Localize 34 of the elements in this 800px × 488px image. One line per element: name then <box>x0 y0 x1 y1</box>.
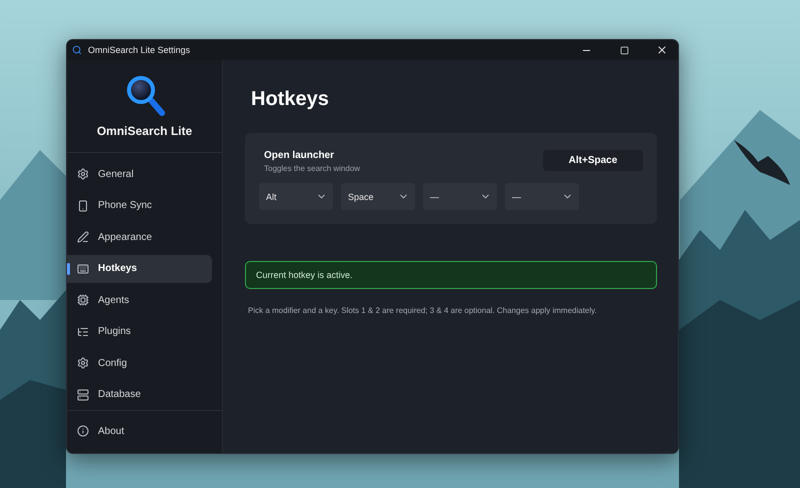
info-icon <box>77 425 89 437</box>
hint-text: Pick a modifier and a key. Slots 1 & 2 are required; 3 & 4 are optional. Changes apply immediately. <box>248 306 598 315</box>
sidebar-item[interactable]: Database <box>67 380 212 408</box>
phone-icon <box>77 200 89 212</box>
gear-icon <box>77 357 89 369</box>
hotkey-name: Open launcher <box>264 150 336 161</box>
search-icon <box>72 45 82 55</box>
window-title: OmniSearch Lite Settings <box>88 45 192 55</box>
key-dropdown[interactable]: Space <box>341 183 415 210</box>
chip-icon <box>77 294 89 306</box>
list-icon <box>77 326 89 338</box>
server-icon <box>77 388 89 400</box>
sidebar-item[interactable]: General <box>67 160 212 188</box>
key-dropdown[interactable]: — <box>505 183 579 210</box>
maximize-icon <box>620 46 628 54</box>
pen-icon <box>77 231 89 243</box>
status-message: Current hotkey is active. <box>245 261 657 289</box>
key-dropdown[interactable]: Alt <box>259 183 333 210</box>
sidebar-item[interactable]: About <box>67 417 212 445</box>
current-hotkey-badge: Alt+Space <box>543 150 643 171</box>
sidebar-item[interactable]: Plugins <box>67 318 212 346</box>
hotkey-description: Toggles the search window <box>264 164 360 173</box>
sidebar-item[interactable]: Phone Sync <box>67 192 212 220</box>
app-name: OmniSearch Lite <box>96 124 192 138</box>
magnifier-logo-icon <box>124 74 164 116</box>
sidebar-item[interactable]: Appearance <box>67 223 212 251</box>
keyboard-icon <box>77 262 89 274</box>
sidebar-item[interactable]: Agents <box>67 286 212 314</box>
sidebar-item[interactable]: Hotkeys <box>67 254 212 282</box>
page-title: Hotkeys <box>251 88 330 111</box>
close-icon <box>656 44 668 56</box>
sidebar-item[interactable]: Config <box>67 349 212 377</box>
key-dropdown[interactable]: — <box>423 183 497 210</box>
gear-icon <box>77 168 89 180</box>
